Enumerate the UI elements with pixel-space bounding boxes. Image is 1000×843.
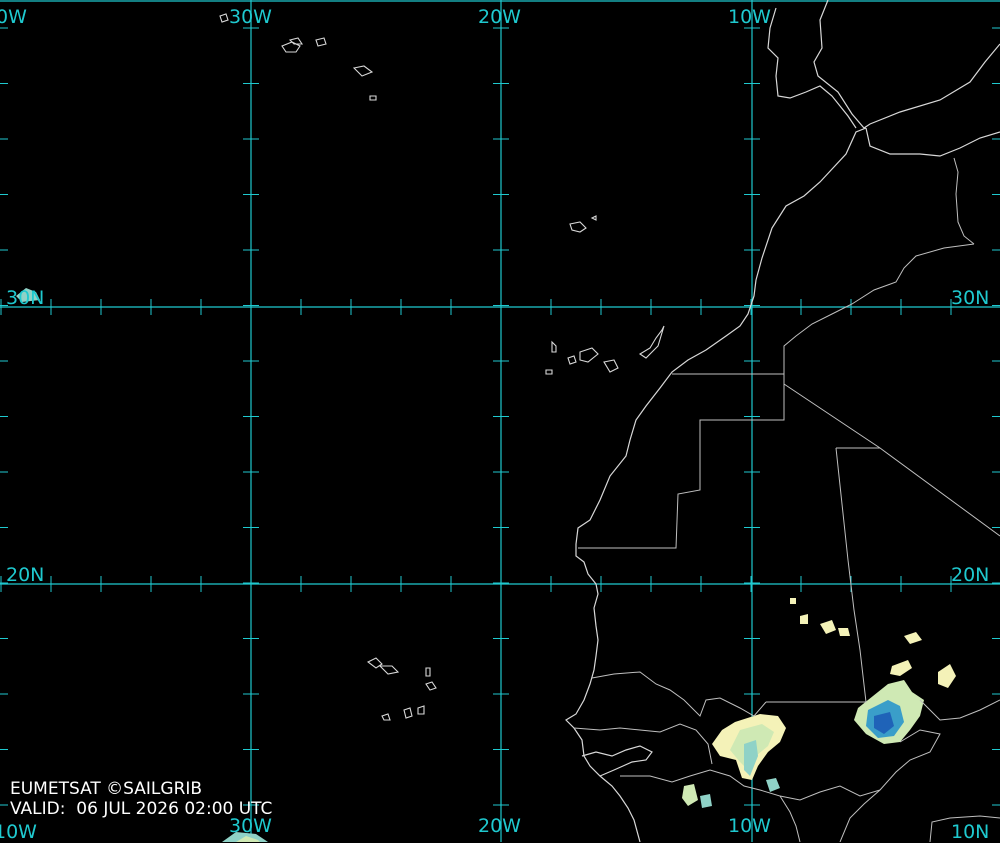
lon-label-bottom-20w: 20W (478, 815, 521, 837)
map-background (0, 0, 1000, 842)
lon-label-bottom-10w: 10W (728, 815, 771, 837)
lon-label-top-30w: 30W (229, 6, 272, 28)
lat-label-left-20n: 20N (6, 564, 45, 586)
lon-label-bottom-30w: 30W (229, 815, 272, 837)
lat-label-right-30n: 30N (951, 287, 990, 309)
lon-label-top-0: 0W (0, 6, 27, 28)
precip-cell-guinea-2 (700, 794, 712, 808)
lon-label-top-20w: 20W (478, 6, 521, 28)
valid-time: 06 JUL 2026 02:00 UTC (76, 799, 273, 819)
credit-text: EUMETSAT ©SAILGRIB (10, 779, 203, 799)
satellite-map (0, 0, 1000, 842)
valid-time-line: VALID: 06 JUL 2026 02:00 UTC (10, 800, 272, 819)
valid-label: VALID: (10, 799, 66, 819)
precip-cell-sahara-3 (838, 628, 850, 636)
lon-label-bottom-0: 10W (0, 821, 37, 843)
precip-cell-sahara-4 (790, 598, 796, 604)
lat-label-left-30n: 30N (6, 287, 45, 309)
lat-label-right-20n: 20N (951, 564, 990, 586)
lat-label-bottom-right: 10N (951, 821, 990, 843)
lon-label-top-10w: 10W (728, 6, 771, 28)
